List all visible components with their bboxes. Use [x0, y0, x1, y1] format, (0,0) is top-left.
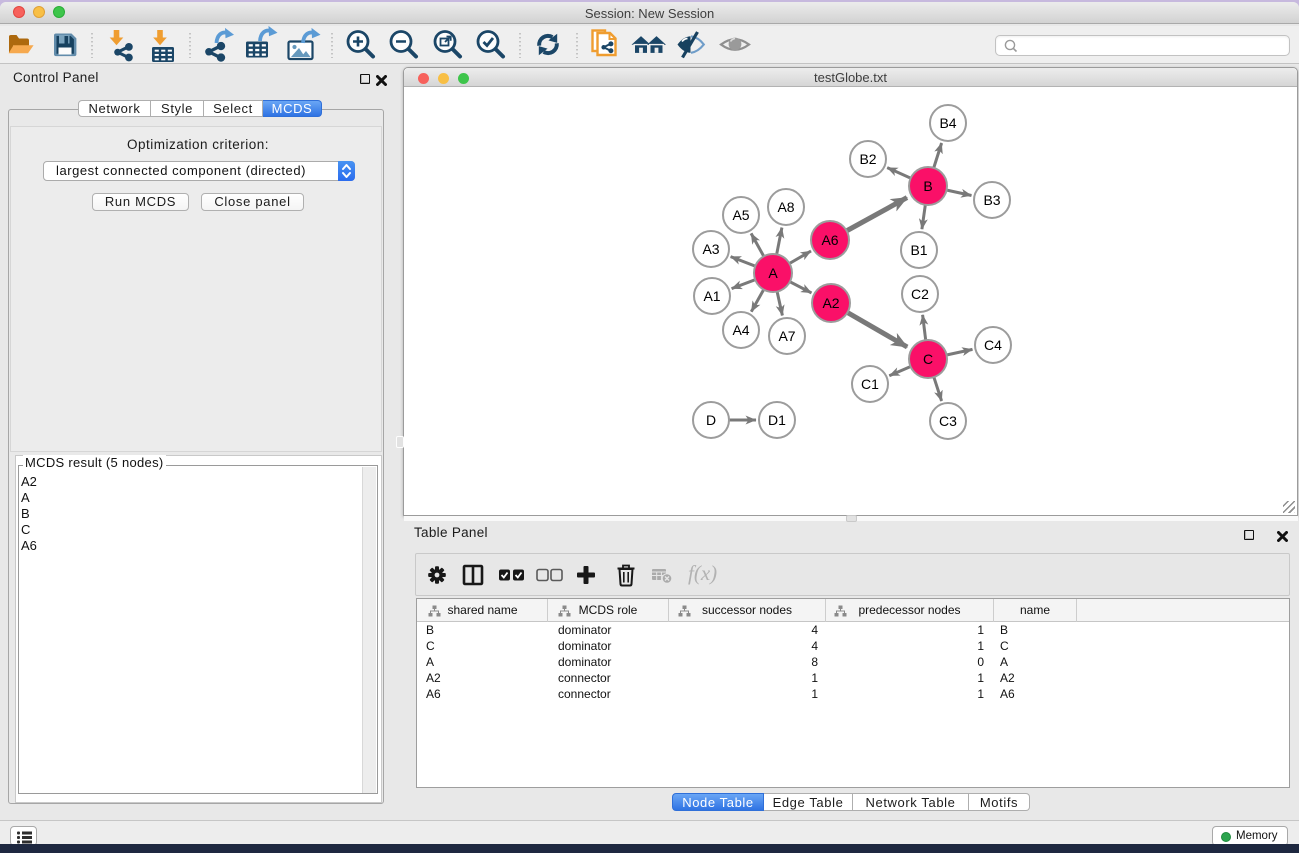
svg-text:A1: A1 — [703, 288, 720, 304]
svg-text:A4: A4 — [732, 322, 749, 338]
svg-text:B: B — [923, 178, 932, 194]
svg-text:A: A — [768, 265, 778, 281]
svg-text:C: C — [923, 351, 933, 367]
svg-text:B3: B3 — [983, 192, 1000, 208]
svg-text:B2: B2 — [859, 151, 876, 167]
svg-text:D1: D1 — [768, 412, 786, 428]
svg-text:A6: A6 — [821, 232, 838, 248]
svg-text:A7: A7 — [778, 328, 795, 344]
svg-text:A8: A8 — [777, 199, 794, 215]
svg-text:A5: A5 — [732, 207, 749, 223]
svg-text:C4: C4 — [984, 337, 1002, 353]
svg-text:A3: A3 — [702, 241, 719, 257]
svg-text:A2: A2 — [822, 295, 839, 311]
svg-text:C3: C3 — [939, 413, 957, 429]
svg-text:B4: B4 — [939, 115, 956, 131]
svg-text:C1: C1 — [861, 376, 879, 392]
svg-text:C2: C2 — [911, 286, 929, 302]
svg-text:D: D — [706, 412, 716, 428]
svg-text:B1: B1 — [910, 242, 927, 258]
